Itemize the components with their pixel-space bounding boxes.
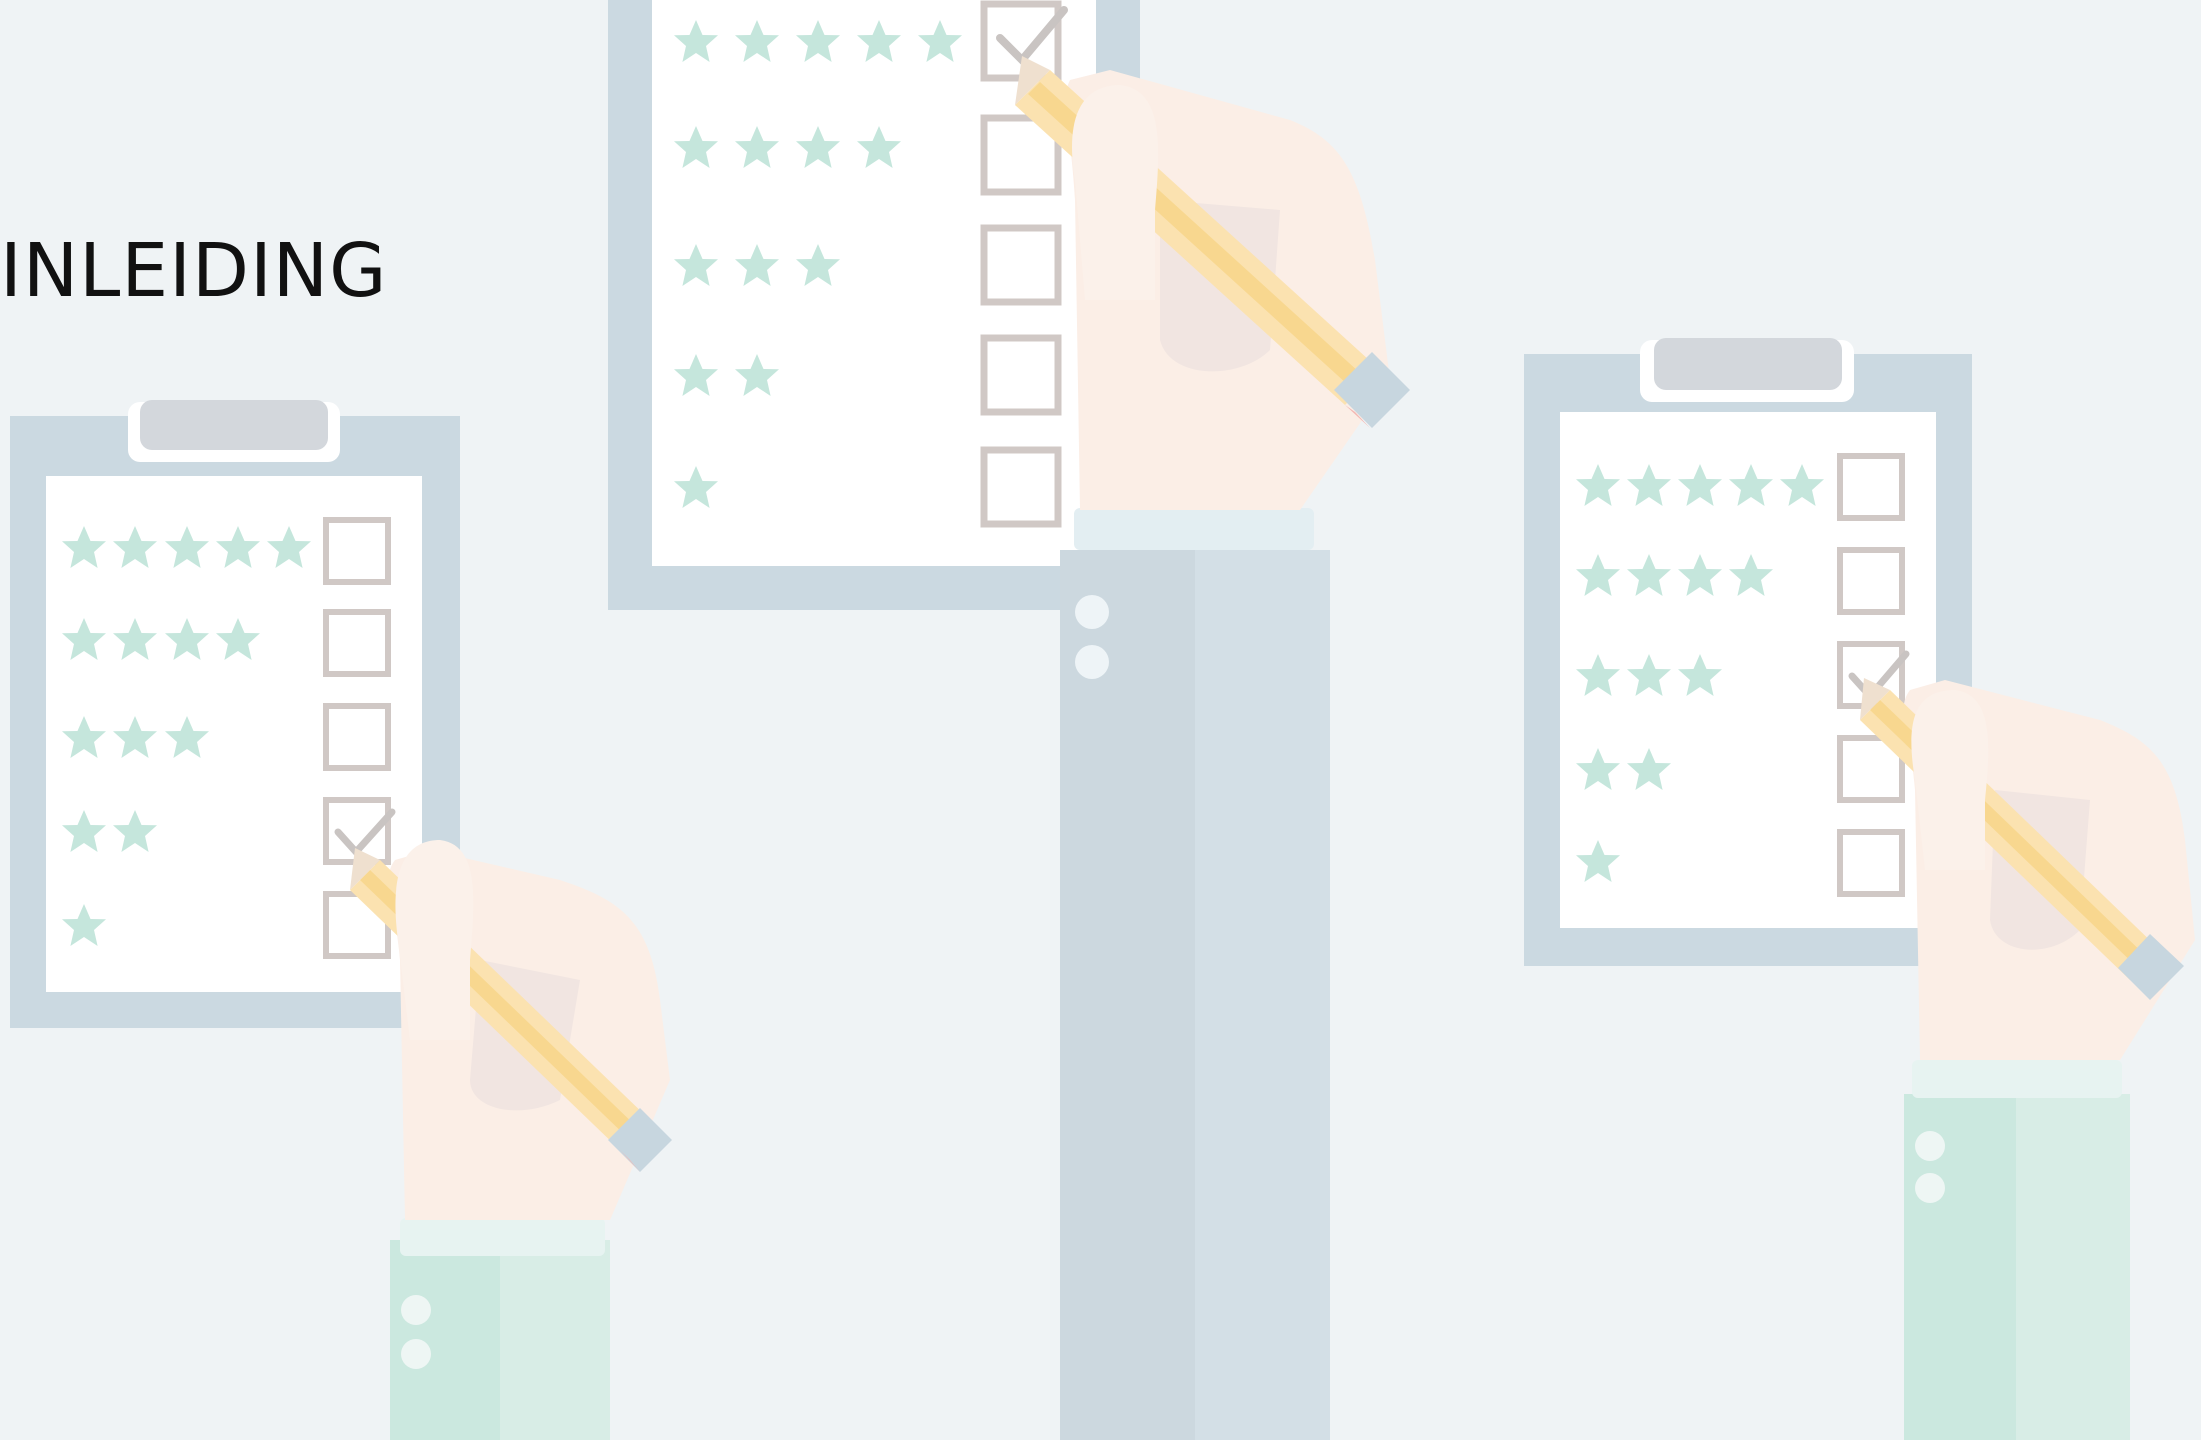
clipboard-left [10, 400, 460, 1028]
rating-illustration [10, 0, 2195, 1440]
clipboard-right [1524, 338, 1972, 966]
hand-left [350, 840, 672, 1440]
